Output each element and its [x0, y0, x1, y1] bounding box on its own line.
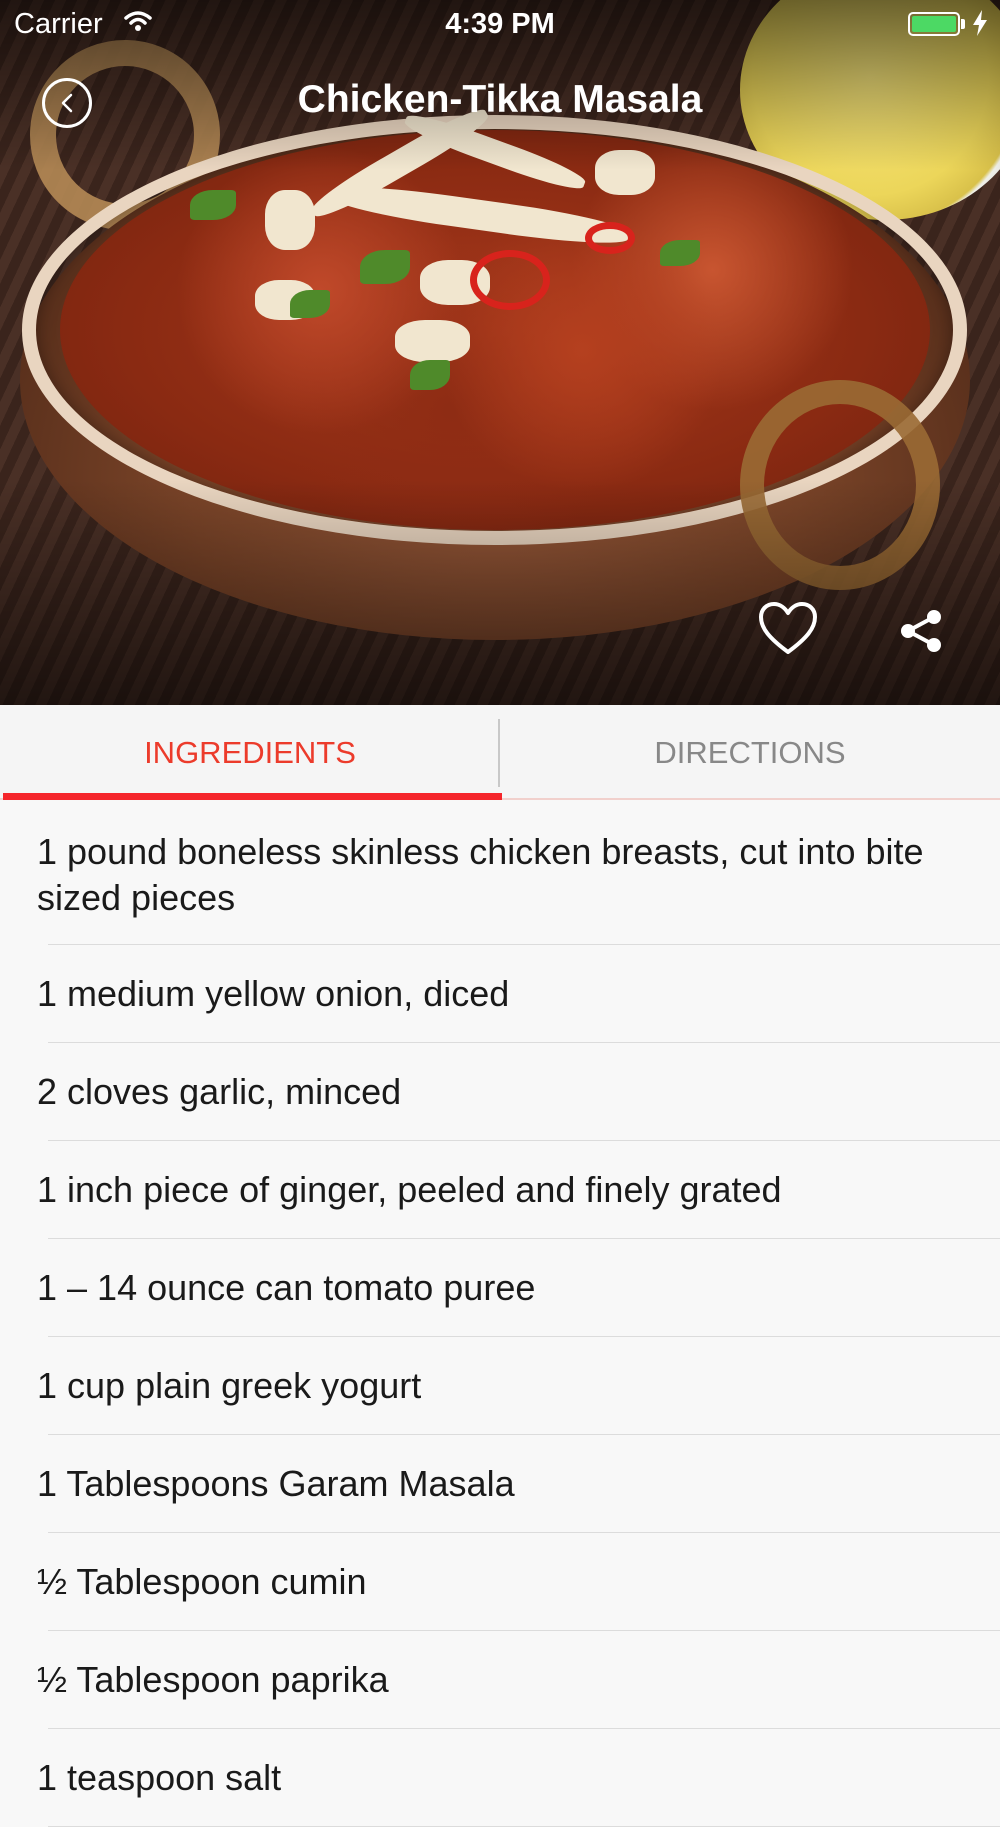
- herb-leaf: [190, 190, 236, 220]
- ingredient-list: 1 pound boneless skinless chicken breast…: [0, 800, 1000, 1827]
- battery-nub: [961, 19, 965, 29]
- ingredient-text: ½ Tablespoon paprika: [37, 1659, 389, 1700]
- favorite-button[interactable]: [757, 600, 819, 661]
- list-item[interactable]: 2 cloves garlic, minced: [0, 1043, 1000, 1141]
- list-item[interactable]: 1 teaspoon salt: [0, 1729, 1000, 1827]
- status-time: 4:39 PM: [445, 8, 555, 40]
- back-button[interactable]: [42, 78, 92, 128]
- list-item[interactable]: 1 pound boneless skinless chicken breast…: [0, 800, 1000, 945]
- list-item[interactable]: ½ Tablespoon paprika: [0, 1631, 1000, 1729]
- ingredient-text: ½ Tablespoon cumin: [37, 1561, 367, 1602]
- chevron-left-icon: [61, 93, 73, 113]
- bottom-gradient-overlay: [0, 480, 1000, 705]
- ingredient-text: 1 cup plain greek yogurt: [37, 1365, 422, 1406]
- list-item[interactable]: 1 medium yellow onion, diced: [0, 945, 1000, 1043]
- share-icon: [901, 610, 941, 652]
- tab-directions[interactable]: DIRECTIONS: [500, 705, 1000, 800]
- ingredient-text: 1 – 14 ounce can tomato puree: [37, 1267, 536, 1308]
- status-bar: Carrier 4:39 PM: [0, 0, 1000, 50]
- heart-outline-icon: [759, 602, 817, 654]
- tab-ingredients[interactable]: INGREDIENTS: [0, 705, 500, 800]
- list-item[interactable]: 1 cup plain greek yogurt: [0, 1337, 1000, 1435]
- chili-slice: [585, 222, 635, 254]
- battery-icon: [908, 12, 960, 36]
- share-button[interactable]: [898, 609, 944, 658]
- ingredient-text: 1 inch piece of ginger, peeled and finel…: [37, 1169, 782, 1210]
- list-item[interactable]: 1 inch piece of ginger, peeled and finel…: [0, 1141, 1000, 1239]
- tab-bar: INGREDIENTS DIRECTIONS: [0, 705, 1000, 800]
- almond-slice: [395, 320, 470, 362]
- ingredient-text: 1 Tablespoons Garam Masala: [37, 1463, 515, 1504]
- almond-slice: [265, 190, 315, 250]
- chili-slice: [470, 250, 550, 310]
- herb-leaf: [660, 240, 700, 266]
- page-title: Chicken-Tikka Masala: [297, 78, 703, 121]
- charging-icon: [972, 10, 988, 41]
- ingredient-text: 1 pound boneless skinless chicken breast…: [37, 830, 924, 918]
- list-item[interactable]: 1 Tablespoons Garam Masala: [0, 1435, 1000, 1533]
- ingredient-text: 2 cloves garlic, minced: [37, 1071, 402, 1112]
- list-item[interactable]: ½ Tablespoon cumin: [0, 1533, 1000, 1631]
- ingredient-text: 1 medium yellow onion, diced: [37, 973, 510, 1014]
- herb-leaf: [290, 290, 330, 318]
- herb-leaf: [360, 250, 410, 284]
- herb-leaf: [410, 360, 450, 390]
- ingredient-text: 1 teaspoon salt: [37, 1757, 282, 1798]
- list-item[interactable]: 1 – 14 ounce can tomato puree: [0, 1239, 1000, 1337]
- active-tab-indicator: [3, 793, 502, 800]
